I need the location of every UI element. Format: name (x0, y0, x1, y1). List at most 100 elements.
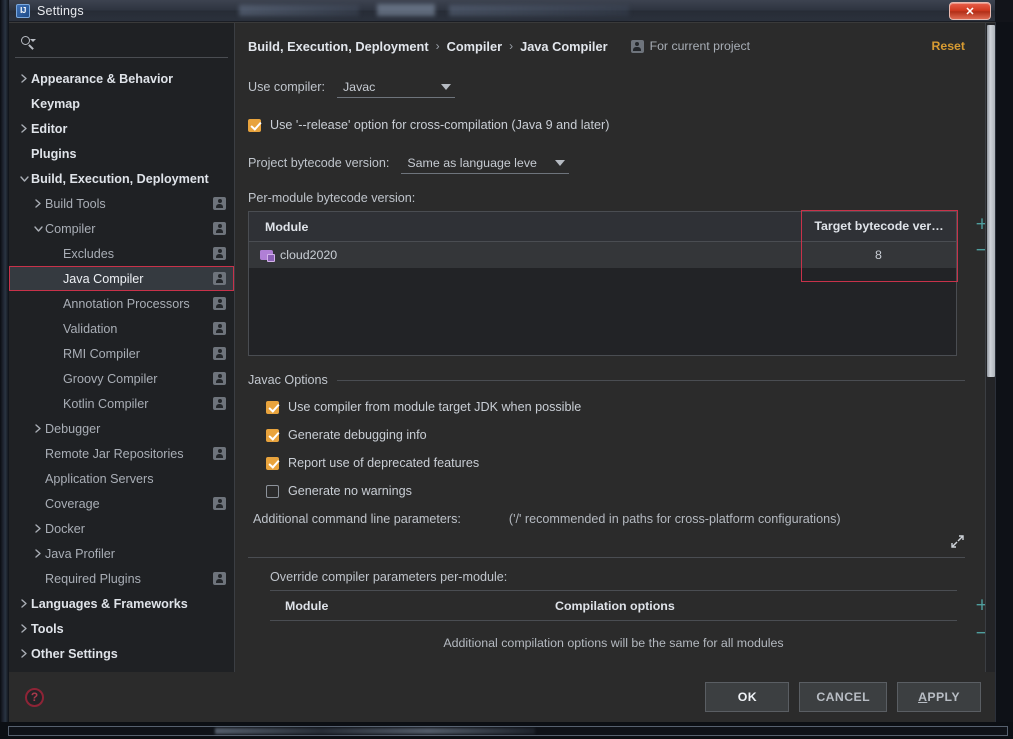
sidebar-item-validation[interactable]: Validation (9, 316, 234, 341)
use-compiler-label: Use compiler: (248, 80, 325, 94)
sidebar-item-rmi-compiler[interactable]: RMI Compiler (9, 341, 234, 366)
content-scrollbar-thumb[interactable] (987, 25, 995, 377)
sidebar-item-label: Required Plugins (45, 571, 141, 586)
chevron-right-icon (31, 424, 45, 433)
module-name: cloud2020 (280, 248, 338, 262)
module-table-col-target-bytecode[interactable]: Target bytecode ver… (801, 212, 956, 241)
project-scope-icon (213, 247, 226, 260)
settings-tree: Appearance & Behavior Keymap Editor Plugins… (9, 60, 234, 672)
chevron-right-icon (31, 549, 45, 558)
sidebar-item-keymap[interactable]: Keymap (9, 91, 234, 116)
sidebar-item-groovy-compiler[interactable]: Groovy Compiler (9, 366, 234, 391)
sidebar-item-debugger[interactable]: Debugger (9, 416, 234, 441)
project-scope-icon (213, 297, 226, 310)
javac-option-checkbox-2[interactable] (266, 456, 279, 470)
sidebar-item-kotlin-compiler[interactable]: Kotlin Compiler (9, 391, 234, 416)
sidebar-item-compiler[interactable]: Compiler (9, 216, 234, 241)
sidebar-item-annotation-processors[interactable]: Annotation Processors (9, 291, 234, 316)
javac-option-row-1[interactable]: Generate debugging info (266, 428, 965, 442)
table-row[interactable]: cloud2020 8 (249, 242, 956, 268)
sidebar-item-appearance-behavior[interactable]: Appearance & Behavior (9, 66, 234, 91)
module-table: Module Target bytecode ver… cloud2020 8 (248, 211, 957, 356)
apply-button[interactable]: A PPLY (897, 682, 981, 712)
dialog-body: Appearance & Behavior Keymap Editor Plugins… (9, 22, 995, 722)
sidebar-item-required-plugins[interactable]: Required Plugins (9, 566, 234, 591)
javac-option-label-2: Report use of deprecated features (288, 456, 480, 470)
javac-option-checkbox-3[interactable] (266, 484, 279, 498)
module-folder-icon (260, 249, 275, 262)
use-compiler-row: Use compiler: Javac (248, 76, 965, 98)
sidebar-item-label: Java Compiler (63, 271, 144, 286)
close-icon[interactable]: ✕ (949, 2, 991, 20)
target-bytecode-cell[interactable]: 8 (801, 242, 956, 268)
chevron-right-icon (31, 524, 45, 533)
chevron-right-icon (17, 599, 31, 608)
window-title: Settings (37, 3, 84, 18)
sidebar-item-languages-frameworks[interactable]: Languages & Frameworks (9, 591, 234, 616)
breadcrumb-item-1[interactable]: Compiler (447, 39, 502, 54)
javac-option-row-2[interactable]: Report use of deprecated features (266, 456, 965, 470)
sidebar-item-label: Tools (31, 621, 64, 636)
breadcrumb-item-0[interactable]: Build, Execution, Deployment (248, 39, 429, 54)
settings-content-panel: Build, Execution, Deployment › Compiler … (235, 23, 995, 672)
sidebar-item-coverage[interactable]: Coverage (9, 491, 234, 516)
additional-params-input[interactable] (253, 532, 950, 550)
javac-option-label-0: Use compiler from module target JDK when… (288, 400, 582, 414)
module-cell[interactable]: cloud2020 (249, 242, 801, 268)
footer-buttons: OK CANCEL A PPLY (705, 682, 981, 712)
module-table-wrapper: Module Target bytecode ver… cloud2020 8 (248, 210, 989, 356)
sidebar-item-label: Other Settings (31, 646, 118, 661)
project-scope-badge: For current project (630, 39, 751, 53)
sidebar-item-build-tools[interactable]: Build Tools (9, 191, 234, 216)
project-bytecode-value: Same as language leve (407, 155, 537, 170)
sidebar-item-label: Appearance & Behavior (31, 71, 174, 86)
project-scope-icon (213, 397, 226, 410)
override-col-compilation-options[interactable]: Compilation options (555, 599, 957, 613)
sidebar-item-java-profiler[interactable]: Java Profiler (9, 541, 234, 566)
javac-option-row-3[interactable]: Generate no warnings (266, 484, 965, 498)
sidebar-item-label: Docker (45, 521, 85, 536)
ok-button[interactable]: OK (705, 682, 790, 712)
release-option-checkbox[interactable] (248, 118, 261, 132)
sidebar-item-label: Plugins (31, 146, 77, 161)
release-option-checkbox-row[interactable]: Use '--release' option for cross-compila… (248, 118, 965, 132)
sidebar-item-other-settings[interactable]: Other Settings (9, 641, 234, 666)
chevron-right-icon (17, 649, 31, 658)
window-titlebar: IJ Settings ✕ (9, 0, 995, 22)
sidebar-item-build-execution-deployment[interactable]: Build, Execution, Deployment (9, 166, 234, 191)
sidebar-item-remote-jar-repositories[interactable]: Remote Jar Repositories (9, 441, 234, 466)
search-input[interactable] (40, 35, 228, 50)
javac-option-label-1: Generate debugging info (288, 428, 427, 442)
cancel-button[interactable]: CANCEL (799, 682, 887, 712)
settings-dialog-screen: IJ Settings ✕ Appearance & Behavior Keyma… (0, 0, 1013, 739)
sidebar-item-editor[interactable]: Editor (9, 116, 234, 141)
javac-option-checkbox-0[interactable] (266, 400, 279, 414)
chevron-right-icon (31, 199, 45, 208)
sidebar-item-application-servers[interactable]: Application Servers (9, 466, 234, 491)
project-scope-icon (213, 197, 226, 210)
sidebar-item-plugins[interactable]: Plugins (9, 141, 234, 166)
sidebar-item-docker[interactable]: Docker (9, 516, 234, 541)
javac-option-row-0[interactable]: Use compiler from module target JDK when… (266, 400, 965, 414)
project-bytecode-select[interactable]: Same as language leve (401, 152, 570, 174)
breadcrumb-item-2: Java Compiler (520, 38, 608, 54)
search-field[interactable] (15, 28, 228, 58)
titlebar-blurred-text-1 (239, 5, 359, 16)
sidebar-item-excludes[interactable]: Excludes (9, 241, 234, 266)
sidebar-item-tools[interactable]: Tools (9, 616, 234, 641)
override-col-module[interactable]: Module (270, 599, 555, 613)
sidebar-item-label: Excludes (63, 246, 115, 261)
javac-option-checkbox-1[interactable] (266, 428, 279, 442)
help-icon[interactable]: ? (25, 687, 44, 707)
content-scrollbar[interactable] (985, 23, 995, 672)
expand-diagonal-icon[interactable] (950, 534, 965, 549)
use-compiler-select[interactable]: Javac (336, 76, 455, 98)
reset-link[interactable]: Reset (932, 39, 966, 53)
sidebar-item-java-compiler[interactable]: Java Compiler (9, 266, 234, 291)
module-table-col-module[interactable]: Module (249, 220, 801, 234)
project-scope-label: For current project (649, 39, 751, 53)
override-table: Module Compilation options Additional co… (270, 590, 957, 665)
project-scope-icon (630, 39, 644, 53)
project-bytecode-label: Project bytecode version: (248, 156, 390, 170)
javac-options-title: Javac Options (248, 373, 328, 387)
